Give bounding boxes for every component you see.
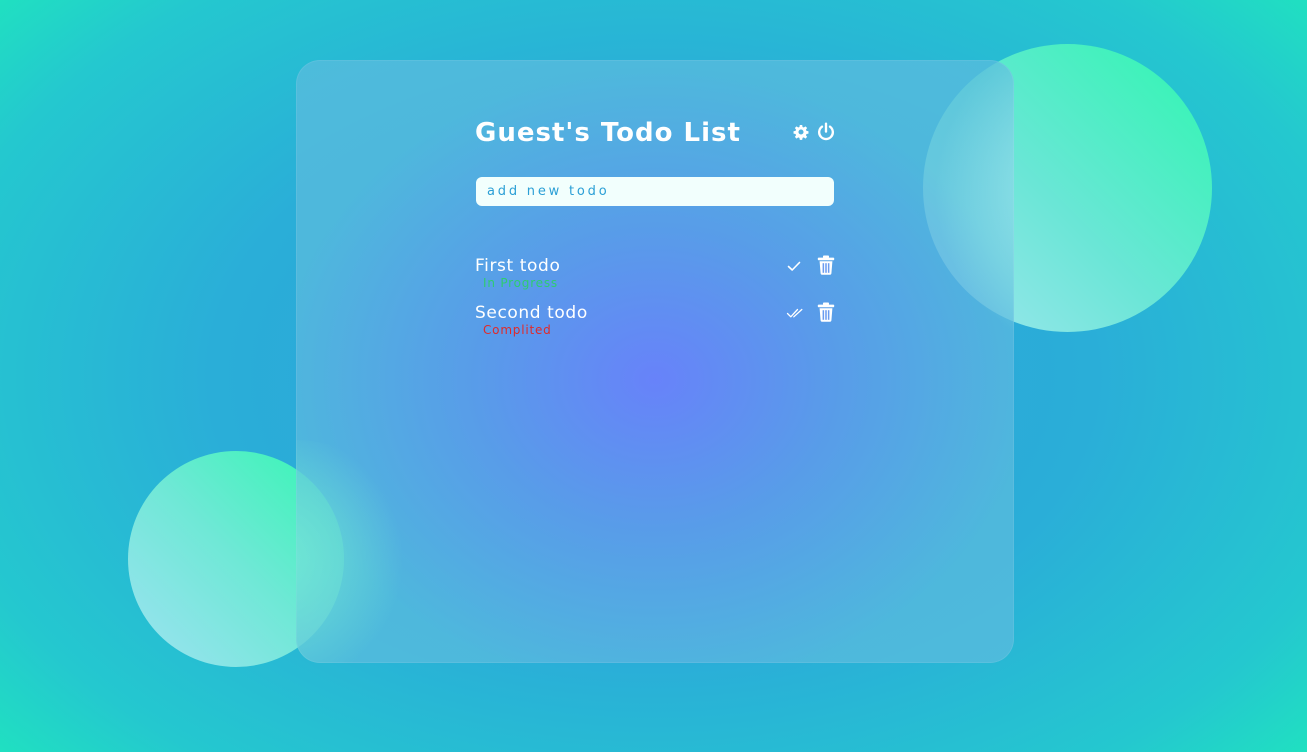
todo-item: First todo In Progress	[475, 255, 837, 295]
new-todo-field[interactable]	[476, 177, 834, 206]
todo-status: Complited	[483, 323, 552, 337]
trash-icon[interactable]	[817, 255, 835, 275]
double-check-icon[interactable]	[786, 305, 803, 321]
trash-icon[interactable]	[817, 302, 835, 322]
check-icon[interactable]	[786, 258, 802, 274]
header: Guest's Todo List	[475, 115, 837, 151]
gear-icon[interactable]	[793, 124, 809, 140]
todo-status: In Progress	[483, 276, 558, 290]
power-icon[interactable]	[816, 122, 836, 142]
new-todo-input[interactable]	[476, 177, 834, 206]
todo-item: Second todo Complited	[475, 302, 837, 342]
page-title: Guest's Todo List	[475, 118, 741, 148]
todo-title: Second todo	[475, 303, 588, 323]
todo-title: First todo	[475, 256, 561, 276]
